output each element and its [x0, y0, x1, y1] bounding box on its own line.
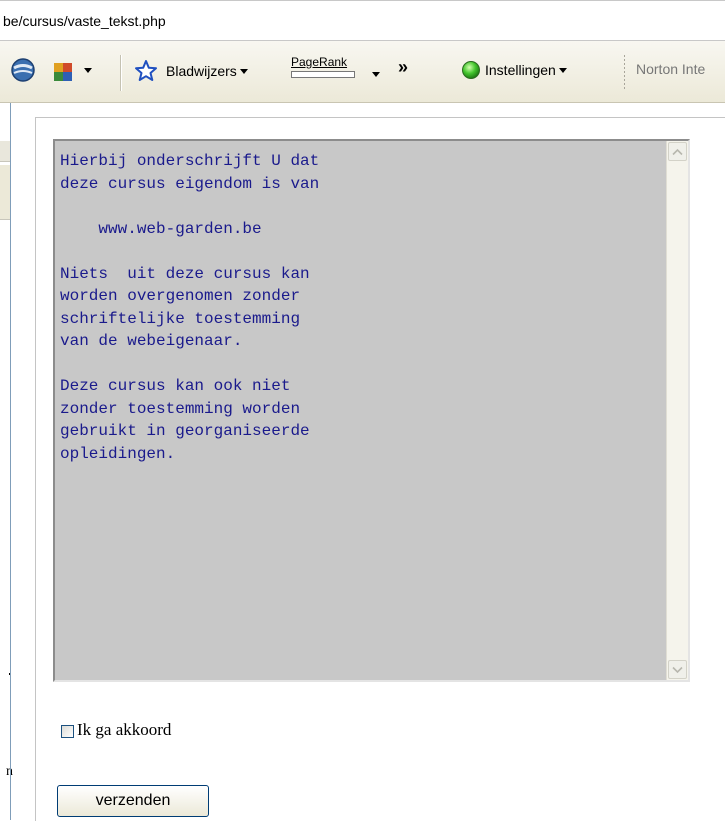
agree-checkbox-label[interactable]: Ik ga akkoord [77, 720, 171, 740]
bookmarks-button[interactable]: Bladwijzers [134, 59, 248, 83]
toolbar-separator [120, 55, 122, 91]
left-frame-tab [0, 141, 10, 162]
globe-icon[interactable] [10, 57, 36, 83]
address-url[interactable]: be/cursus/vaste_tekst.php [3, 13, 166, 29]
more-chevron-icon[interactable]: » [398, 57, 408, 78]
submit-button[interactable]: verzenden [57, 785, 209, 817]
terms-text[interactable]: Hierbij onderschrijft U dat deze cursus … [60, 150, 319, 465]
pagerank-label: PageRank [291, 55, 348, 69]
toolbar-separator [624, 55, 625, 91]
settings-button[interactable]: Instellingen [461, 60, 567, 80]
chevron-down-icon [239, 68, 248, 74]
agree-checkbox[interactable] [61, 725, 74, 738]
settings-label: Instellingen [485, 62, 556, 78]
scroll-up-button[interactable] [668, 142, 687, 161]
scroll-down-button[interactable] [668, 660, 687, 679]
terms-textarea[interactable]: Hierbij onderschrijft U dat deze cursus … [53, 139, 690, 682]
address-bar[interactable]: be/cursus/vaste_tekst.php [0, 0, 725, 41]
puzzle-icon[interactable] [50, 57, 92, 83]
star-icon [135, 60, 157, 81]
norton-toolbar-label[interactable]: Norton Inte [636, 61, 705, 77]
left-frame-tab [0, 165, 10, 220]
frame-divider [10, 103, 11, 820]
chevron-down-icon[interactable] [372, 72, 380, 77]
green-status-icon [462, 61, 480, 79]
pagerank-bar [291, 71, 355, 78]
pagerank-widget[interactable]: PageRank [291, 55, 355, 78]
chevron-down-icon[interactable] [84, 67, 92, 73]
chevron-down-icon [672, 666, 683, 673]
chevron-down-icon [558, 67, 567, 73]
bookmarks-label: Bladwijzers [166, 63, 237, 79]
browser-toolbar: Bladwijzers PageRank » Instellingen Nort… [0, 41, 725, 103]
chevron-up-icon [672, 148, 683, 155]
vertical-scrollbar[interactable] [666, 141, 688, 680]
